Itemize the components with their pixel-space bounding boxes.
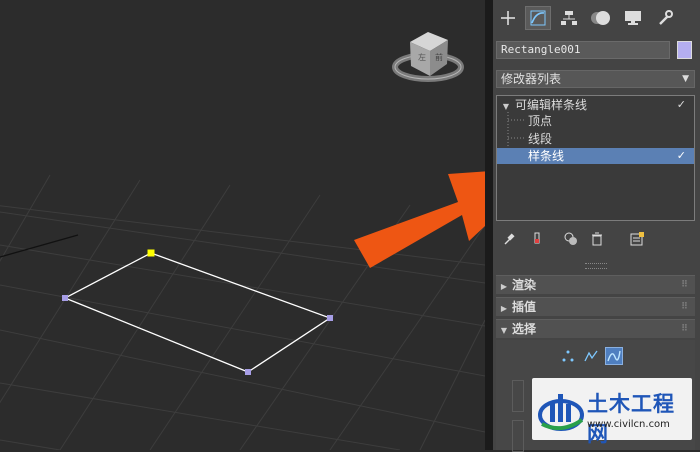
watermark-title: 土木工程网 [587, 392, 675, 446]
show-end-result-icon[interactable] [528, 229, 546, 249]
modifier-list-dropdown[interactable]: 修改器列表 ▼ [496, 70, 695, 88]
grid-axis-line [0, 234, 79, 258]
wrench-icon [659, 10, 673, 25]
pin-stack-icon[interactable] [500, 229, 518, 249]
expand-triangle-icon: ▶ [500, 304, 508, 313]
collapse-triangle-icon: ▼ [500, 326, 508, 335]
svg-text:左: 左 [418, 52, 426, 62]
drag-handle-icon[interactable]: ⠿ [681, 320, 689, 338]
vertex[interactable] [245, 369, 251, 375]
make-unique-icon[interactable] [562, 229, 580, 249]
vertex[interactable] [327, 315, 333, 321]
rollout-label: 插值 [512, 300, 537, 314]
segment-mode-icon [584, 350, 598, 362]
rollout-interpolation[interactable]: ▶ 插值 ⠿ [496, 297, 695, 316]
rollout-label: 选择 [512, 322, 537, 336]
panel-divider[interactable] [485, 0, 493, 450]
stack-item-spline[interactable]: 样条线 ✓ [497, 148, 694, 164]
motion-icon [591, 11, 610, 25]
chevron-down-icon: ▼ [682, 74, 689, 84]
modify-tab[interactable] [525, 6, 551, 30]
utilities-tab[interactable] [652, 6, 678, 30]
segment-mode-button[interactable] [582, 347, 600, 365]
vertex-mode-icon [562, 350, 574, 362]
stack-item-editable-spline[interactable]: ▼ 可编辑样条线 ✓ [497, 97, 694, 113]
panel-grip[interactable] [585, 263, 607, 269]
rollout-label: 渲染 [512, 278, 537, 292]
stack-item-label: 顶点 [528, 114, 553, 128]
watermark-url: www.civilcn.com [587, 419, 670, 430]
modifier-list-label: 修改器列表 [501, 72, 562, 86]
remove-modifier-icon[interactable] [588, 229, 606, 249]
drag-handle-icon[interactable]: ⠿ [681, 276, 689, 294]
rollout-selection[interactable]: ▼ 选择 ⠿ [496, 319, 695, 338]
vertex[interactable] [62, 295, 68, 301]
command-panel-tabs [493, 4, 700, 32]
svg-text:前: 前 [435, 52, 443, 62]
create-tab[interactable] [495, 6, 521, 30]
civilcn-logo-icon [538, 394, 584, 431]
lightbulb-icon[interactable]: ✓ [677, 97, 686, 113]
stack-toolbar [496, 229, 695, 249]
stack-item-vertex[interactable]: 顶点 [497, 113, 694, 129]
display-tab[interactable] [620, 6, 646, 30]
first-vertex[interactable] [147, 249, 155, 257]
vertex-mode-button[interactable] [559, 347, 577, 365]
rectangle-spline[interactable] [63, 252, 332, 373]
rollout-rendering[interactable]: ▶ 渲染 ⠿ [496, 275, 695, 294]
selection-group-box [512, 380, 524, 412]
expand-triangle-icon: ▶ [500, 282, 508, 291]
motion-tab[interactable] [588, 6, 614, 30]
spline-mode-button[interactable] [605, 347, 623, 365]
stack-item-segment[interactable]: 线段 [497, 131, 694, 147]
stack-item-label: 可编辑样条线 [515, 98, 588, 112]
spline-mode-icon [607, 350, 621, 362]
plus-icon [501, 11, 515, 25]
viewcube-icon[interactable]: 左 前 [392, 32, 464, 82]
watermark-logo: 土木工程网 www.civilcn.com [532, 378, 692, 446]
modify-curve-icon [530, 10, 546, 26]
configure-modifier-sets-icon[interactable] [628, 229, 646, 249]
stack-item-label: 样条线 [528, 149, 565, 163]
monitor-icon [625, 11, 641, 25]
lightbulb-icon[interactable]: ✓ [677, 148, 686, 164]
object-color-swatch[interactable] [677, 41, 692, 59]
stack-item-label: 线段 [528, 132, 553, 146]
object-name-field[interactable]: Rectangle001 [496, 41, 670, 59]
drag-handle-icon[interactable]: ⠿ [681, 298, 689, 316]
modifier-stack: ▼ 可编辑样条线 ✓ 顶点 线段 样条线 ✓ [496, 95, 695, 221]
hierarchy-tab[interactable] [556, 6, 582, 30]
hierarchy-icon [561, 11, 577, 25]
selection-group-box [512, 420, 524, 452]
